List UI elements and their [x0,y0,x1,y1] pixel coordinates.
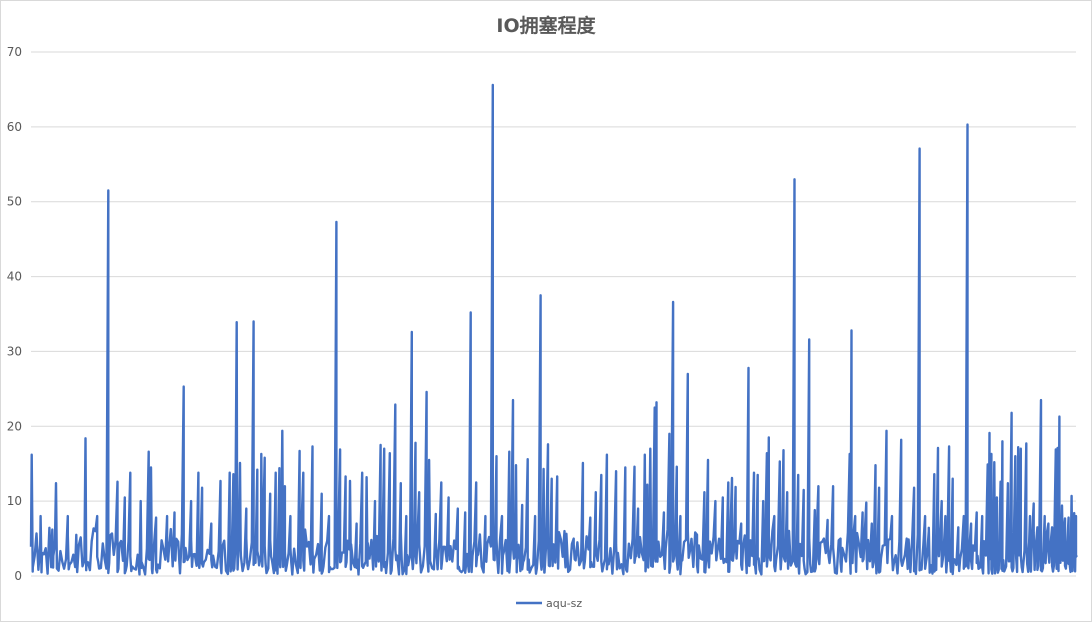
y-tick-label: 10 [7,494,22,508]
y-tick-label: 30 [7,344,22,358]
y-tick-label: 20 [7,419,22,433]
y-tick-label: 60 [7,120,22,134]
y-tick-label: 70 [7,45,22,59]
chart-area: 0 10 20 30 40 50 60 70 aqu-sz IO拥塞程度 [0,0,1092,622]
y-axis-tick-labels: 0 10 20 30 40 50 60 70 [7,45,22,583]
y-tick-label: 0 [14,569,22,583]
y-tick-label: 50 [7,195,22,209]
legend-label: aqu-sz [546,597,582,610]
legend[interactable]: aqu-sz [516,597,582,610]
y-tick-label: 40 [7,270,22,284]
chart-plot: 0 10 20 30 40 50 60 70 aqu-sz [7,45,1078,610]
chart-title: IO拥塞程度 [496,15,596,37]
